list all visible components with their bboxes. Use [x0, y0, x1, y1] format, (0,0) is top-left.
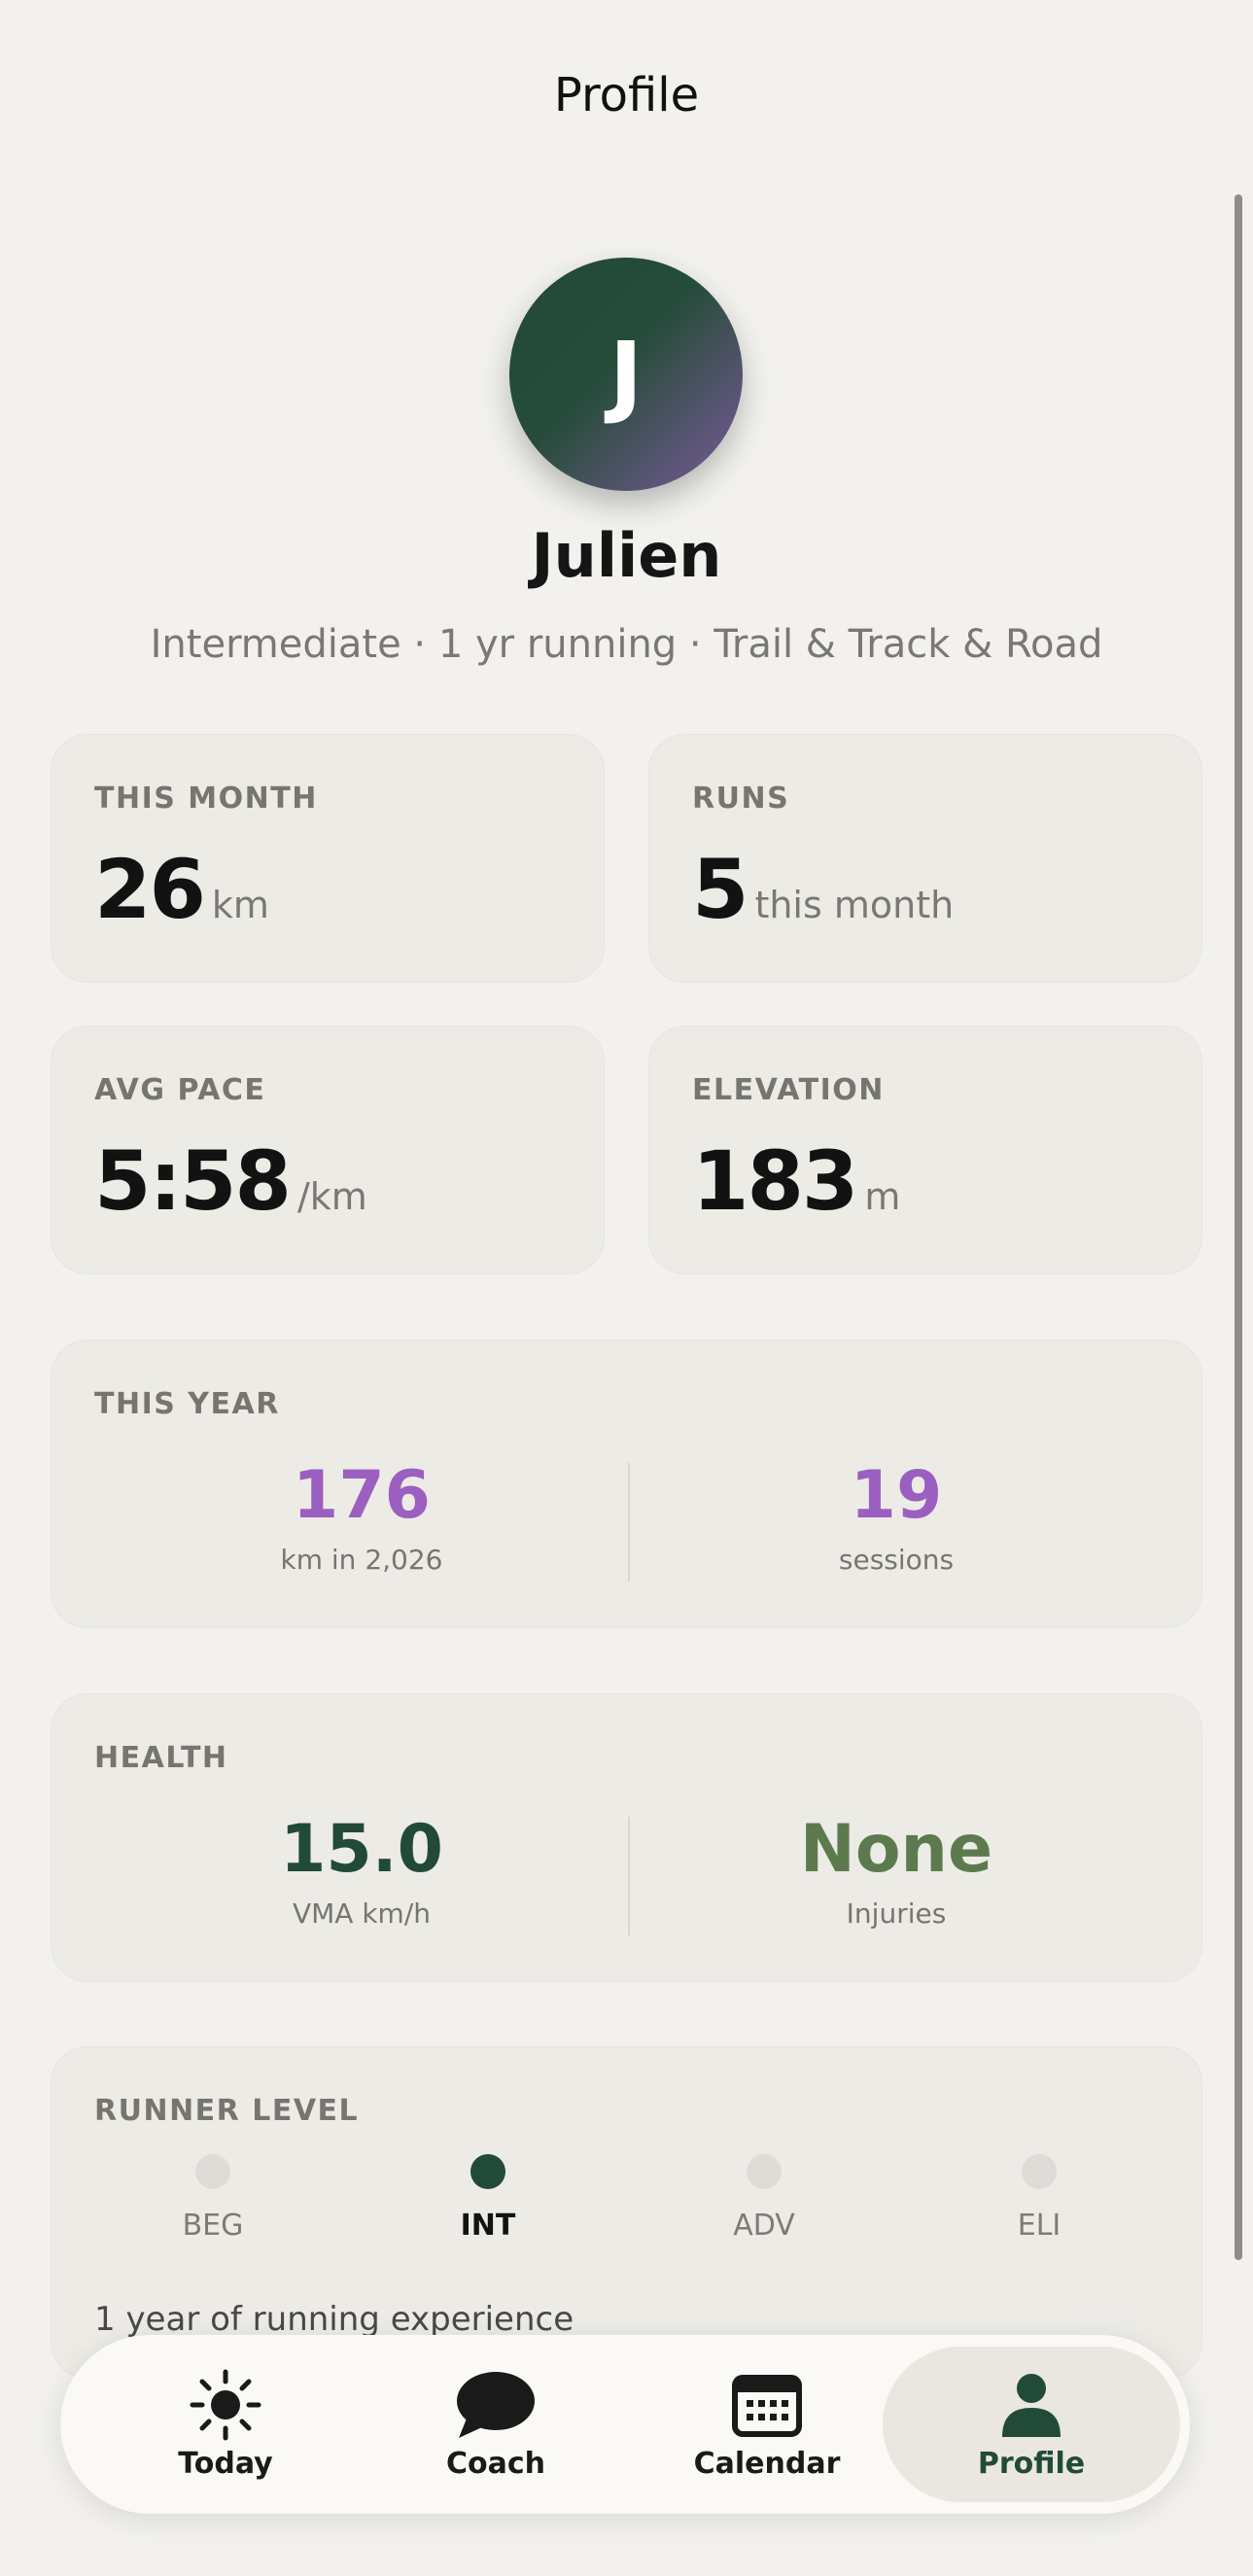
runner-level-note: 1 year of running experience: [94, 2300, 574, 2339]
level-dot: [747, 2154, 782, 2189]
injuries-caption: Injuries: [846, 1897, 947, 1930]
runner-level-card: RUNNER LEVEL BEG INT ADV ELI 1 year of r…: [51, 2046, 1202, 2379]
tab-label: Calendar: [693, 2446, 841, 2481]
year-sessions-value: 19: [850, 1457, 943, 1534]
stat-label: THIS MONTH: [94, 782, 318, 816]
year-sessions-caption: sessions: [838, 1544, 955, 1576]
this-year-label: THIS YEAR: [94, 1387, 280, 1421]
this-year-card: THIS YEAR 176 km in 2,026 19 sessions: [51, 1340, 1202, 1628]
runner-level-track: BEG INT ADV ELI: [52, 2154, 1204, 2261]
level-dot-active: [470, 2154, 505, 2189]
tab-profile[interactable]: Profile: [883, 2347, 1180, 2502]
level-dot: [1022, 2154, 1057, 2189]
level-int: INT: [391, 2154, 585, 2243]
level-label: ELI: [1017, 2209, 1062, 2243]
tab-coach[interactable]: Coach: [360, 2347, 632, 2502]
profile-subtitle: Intermediate · 1 yr running · Trail & Tr…: [150, 622, 1103, 667]
stat-value: 183: [692, 1133, 858, 1229]
page-title: Profile: [553, 68, 700, 122]
scrollbar[interactable]: [1235, 194, 1242, 2260]
stat-card-elevation: ELEVATION 183 m: [648, 1026, 1202, 1274]
profile-name: Julien: [531, 520, 722, 591]
level-dot: [195, 2154, 230, 2189]
level-label: BEG: [182, 2209, 244, 2243]
tab-today[interactable]: Today: [89, 2347, 362, 2502]
avatar-initial: J: [609, 322, 644, 427]
injuries-value: None: [799, 1811, 993, 1888]
stat-card-runs: RUNS 5 this month: [648, 734, 1202, 983]
stat-card-this-month: THIS MONTH 26 km: [51, 734, 605, 983]
tab-label: Today: [178, 2446, 273, 2481]
chat-bubble-icon: [455, 2369, 537, 2441]
stat-label: RUNS: [692, 782, 790, 816]
stat-card-avg-pace: AVG PACE 5:58/km: [51, 1026, 605, 1274]
tab-label: Profile: [977, 2446, 1086, 2481]
vma-caption: VMA km/h: [292, 1897, 432, 1930]
level-beg: BEG: [116, 2154, 310, 2243]
vma-value: 15.0: [280, 1811, 443, 1888]
health-card: HEALTH 15.0 VMA km/h None Injuries: [51, 1693, 1202, 1982]
stat-label: AVG PACE: [94, 1073, 266, 1107]
level-adv: ADV: [667, 2154, 861, 2243]
year-km-caption: km in 2,026: [280, 1544, 443, 1576]
stat-unit: this month: [754, 884, 955, 926]
stat-label: ELEVATION: [692, 1073, 885, 1107]
level-label-active: INT: [460, 2209, 516, 2243]
tab-calendar[interactable]: Calendar: [631, 2347, 903, 2502]
stat-value: 5: [692, 842, 748, 937]
bottom-tab-bar: Today Coach Calendar Profile: [60, 2335, 1190, 2514]
stat-unit: km: [211, 884, 269, 926]
stat-unit: /km: [296, 1175, 367, 1218]
level-eli: ELI: [942, 2154, 1136, 2243]
stat-value: 5:58: [94, 1133, 292, 1229]
person-icon: [1000, 2369, 1062, 2441]
avatar[interactable]: J: [509, 258, 743, 491]
level-label: ADV: [733, 2209, 795, 2243]
tab-label: Coach: [445, 2446, 545, 2481]
runner-level-label: RUNNER LEVEL: [94, 2094, 360, 2128]
year-km-value: 176: [293, 1457, 431, 1534]
health-label: HEALTH: [94, 1741, 228, 1775]
stat-unit: m: [864, 1175, 901, 1218]
calendar-icon: [732, 2369, 802, 2441]
stat-value: 26: [94, 842, 206, 937]
sun-icon: [189, 2369, 262, 2441]
